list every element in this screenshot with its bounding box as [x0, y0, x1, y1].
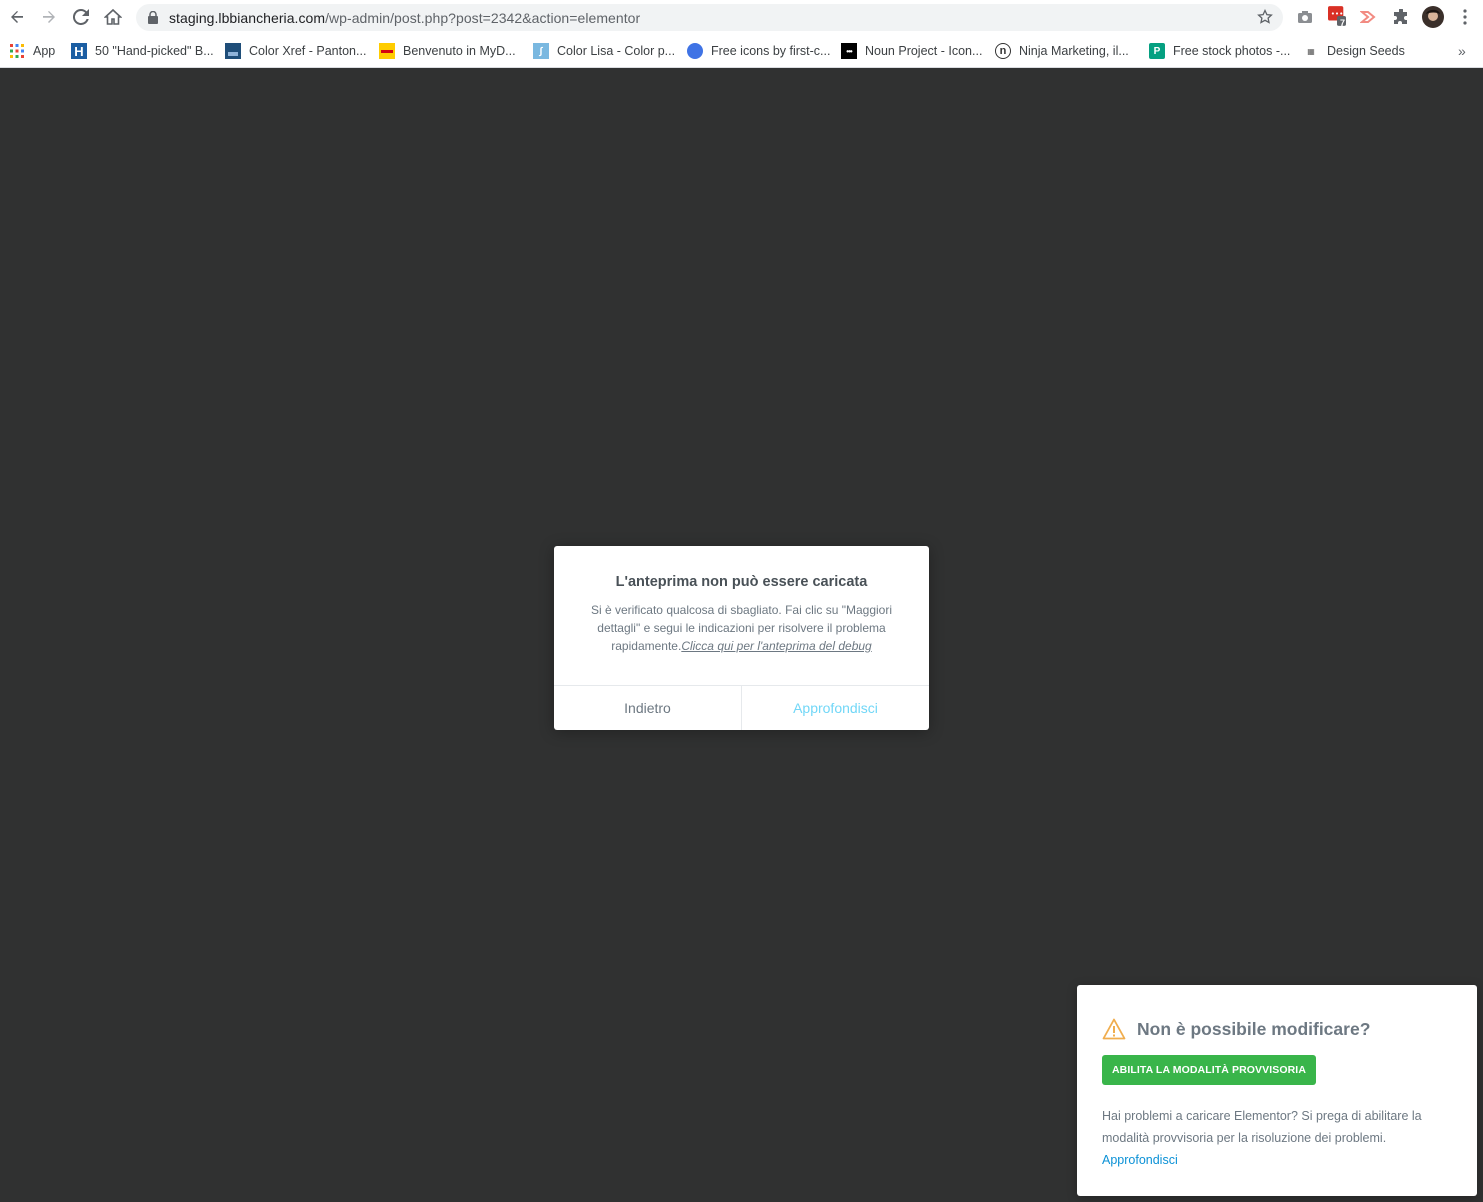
safe-mode-learn-more-link[interactable]: Approfondisci	[1102, 1149, 1178, 1171]
home-icon[interactable]	[97, 1, 129, 33]
design-seeds-icon: ▦	[1307, 46, 1315, 56]
warning-icon	[1102, 1018, 1126, 1040]
dialog-title: L'anteprima non può essere caricata	[615, 574, 868, 590]
share-extension-icon[interactable]	[1360, 8, 1378, 26]
colorlisa-icon: ∫	[533, 43, 549, 59]
debug-preview-link[interactable]: Clicca qui per l'anteprima del debug	[681, 639, 871, 653]
back-arrow-icon[interactable]	[1, 1, 33, 33]
calendar-extension-icon[interactable]: ••• 7	[1328, 6, 1346, 28]
back-button[interactable]: Indietro	[554, 686, 742, 730]
reload-icon[interactable]	[65, 1, 97, 33]
learn-more-button[interactable]: Approfondisci	[742, 686, 929, 730]
blue-circle-icon	[687, 43, 703, 59]
camera-icon[interactable]	[1296, 8, 1314, 26]
bookmark-ninja-marketing[interactable]: n Ninja Marketing, il...	[995, 41, 1129, 61]
browser-menu-icon[interactable]	[1456, 8, 1474, 26]
bookmark-free-icons[interactable]: Free icons by first-c...	[687, 41, 830, 61]
profile-avatar[interactable]	[1422, 6, 1444, 28]
bookmark-mydhl[interactable]: Benvenuto in MyD...	[379, 41, 516, 61]
safe-mode-notice: Non è possibile modificare? ABILITA LA M…	[1077, 985, 1477, 1196]
dhl-icon	[379, 43, 395, 59]
browser-toolbar: staging.lbbiancheria.com/wp-admin/post.p…	[0, 0, 1483, 35]
h-square-icon: H	[71, 43, 87, 59]
enable-safe-mode-button[interactable]: ABILITA LA MODALITÀ PROVVISORIA	[1102, 1055, 1316, 1085]
pantone-icon	[225, 43, 241, 59]
noun-project-icon: •••	[841, 43, 857, 59]
address-bar[interactable]: staging.lbbiancheria.com/wp-admin/post.p…	[136, 4, 1283, 31]
forward-arrow-icon[interactable]	[33, 1, 65, 33]
pexels-icon: P	[1149, 43, 1165, 59]
safe-mode-title: Non è possibile modificare?	[1137, 1019, 1371, 1039]
puzzle-extensions-icon[interactable]	[1392, 8, 1410, 26]
dialog-footer: Indietro Approfondisci	[554, 685, 929, 730]
bookmarks-overflow-icon[interactable]: »	[1458, 41, 1466, 61]
bookmark-hand-picked[interactable]: H 50 "Hand-picked" B...	[71, 41, 214, 61]
bookmark-star-icon[interactable]	[1257, 9, 1273, 25]
bookmark-color-lisa[interactable]: ∫ Color Lisa - Color p...	[533, 41, 675, 61]
dialog-message: Si è verificato qualcosa di sbagliato. F…	[590, 603, 893, 653]
bookmark-noun-project[interactable]: ••• Noun Project - Icon...	[841, 41, 982, 61]
safe-mode-description: Hai problemi a caricare Elementor? Si pr…	[1102, 1109, 1422, 1145]
bookmarks-bar: App H 50 "Hand-picked" B... Color Xref -…	[0, 35, 1483, 68]
ninja-icon: n	[995, 43, 1011, 59]
bookmark-design-seeds[interactable]: ▦ Design Seeds	[1303, 41, 1405, 61]
lock-icon	[148, 11, 158, 24]
extension-badge: 7	[1340, 18, 1346, 28]
apps-grid-icon	[9, 43, 25, 59]
bookmark-color-xref[interactable]: Color Xref - Panton...	[225, 41, 366, 61]
preview-error-dialog: L'anteprima non può essere caricata Si è…	[554, 546, 929, 730]
url-text: staging.lbbiancheria.com/wp-admin/post.p…	[169, 10, 641, 26]
bookmark-pexels[interactable]: P Free stock photos -...	[1149, 41, 1290, 61]
bookmark-apps[interactable]: App	[9, 41, 55, 61]
